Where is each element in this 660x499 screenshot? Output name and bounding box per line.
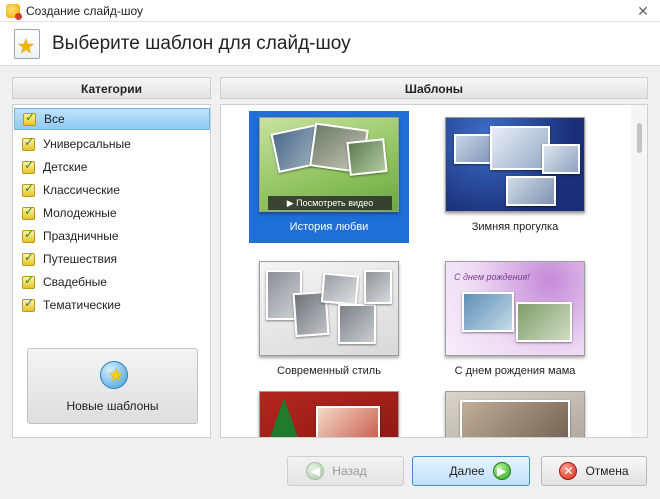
- category-item-wedding[interactable]: Свадебные: [14, 271, 210, 293]
- templates-scrollbar[interactable]: [631, 105, 647, 437]
- category-item-thematic[interactable]: Тематические: [14, 294, 210, 316]
- category-label: Свадебные: [43, 275, 107, 289]
- checkbox-icon: [22, 250, 35, 266]
- templates-grid: ▶ Посмотреть видео История любви Зимняя …: [220, 104, 648, 438]
- template-tile-winter-walk[interactable]: Зимняя прогулка: [435, 111, 595, 243]
- back-arrow-icon: ◀: [306, 462, 325, 480]
- window-titlebar: Создание слайд-шоу ✕: [0, 0, 660, 22]
- template-tile-christmas[interactable]: [249, 385, 409, 437]
- template-thumbnail: [445, 117, 585, 212]
- template-thumbnail: С днем рождения!: [445, 261, 585, 356]
- category-label: Классические: [43, 183, 120, 197]
- cancel-label: Отмена: [585, 464, 629, 478]
- category-label: Универсальные: [43, 137, 131, 151]
- category-item-all[interactable]: Все: [14, 108, 210, 130]
- photo-frame: [460, 400, 570, 437]
- photo-frame: [364, 270, 392, 304]
- new-templates-label: Новые шаблоны: [66, 399, 159, 413]
- category-item-holiday[interactable]: Праздничные: [14, 225, 210, 247]
- greeting-text: С днем рождения!: [454, 272, 530, 282]
- photo-frame: [462, 292, 514, 332]
- next-arrow-icon: ▶: [492, 462, 511, 480]
- checkbox-icon: [22, 158, 35, 174]
- template-tile-love-story[interactable]: ▶ Посмотреть видео История любви: [249, 111, 409, 243]
- template-tile-couple[interactable]: [435, 385, 595, 437]
- checkbox-icon: [22, 273, 35, 289]
- template-tile-birthday-mom[interactable]: С днем рождения! С днем рождения мама: [435, 255, 595, 387]
- back-button[interactable]: ◀ Назад: [287, 456, 404, 486]
- page-title: Выберите шаблон для слайд-шоу: [52, 32, 351, 54]
- photo-frame: [320, 272, 360, 306]
- category-label: Молодежные: [43, 206, 117, 220]
- close-icon[interactable]: ✕: [634, 2, 652, 20]
- template-thumbnail: ▶ Посмотреть видео: [259, 117, 399, 212]
- template-tile-modern-style[interactable]: Современный стиль: [249, 255, 409, 387]
- cancel-x-icon: ✕: [559, 462, 578, 480]
- scrollbar-thumb[interactable]: [637, 123, 642, 153]
- next-label: Далее: [449, 464, 485, 478]
- category-label: Тематические: [43, 298, 121, 312]
- template-caption: Современный стиль: [277, 365, 381, 377]
- window-title: Создание слайд-шоу: [26, 3, 143, 18]
- checkbox-icon: [22, 296, 35, 312]
- checkbox-icon: [22, 181, 35, 197]
- photo-frame: [316, 406, 380, 437]
- star-document-icon: ★: [14, 28, 40, 59]
- template-thumbnail: [445, 391, 585, 437]
- template-caption: История любви: [289, 221, 369, 233]
- category-item-classic[interactable]: Классические: [14, 179, 210, 201]
- globe-star-icon: ★: [100, 361, 128, 389]
- template-thumbnail: [259, 391, 399, 437]
- back-label: Назад: [332, 464, 367, 478]
- category-item-universal[interactable]: Универсальные: [14, 133, 210, 155]
- category-label: Все: [44, 112, 65, 126]
- photo-frame: [506, 176, 556, 206]
- photo-frame: [338, 304, 376, 344]
- preview-video-button[interactable]: ▶ Посмотреть видео: [268, 196, 392, 210]
- checkbox-icon: [23, 110, 36, 126]
- checkbox-icon: [22, 135, 35, 151]
- category-item-kids[interactable]: Детские: [14, 156, 210, 178]
- template-caption: С днем рождения мама: [454, 365, 576, 377]
- category-label: Детские: [43, 160, 88, 174]
- category-label: Путешествия: [43, 252, 118, 266]
- photo-frame: [490, 126, 550, 170]
- next-button[interactable]: Далее ▶: [412, 456, 530, 486]
- template-thumbnail: [259, 261, 399, 356]
- checkbox-icon: [22, 227, 35, 243]
- new-templates-button[interactable]: ★ Новые шаблоны: [27, 348, 198, 424]
- category-item-travel[interactable]: Путешествия: [14, 248, 210, 270]
- photo-frame: [516, 302, 572, 342]
- category-item-youth[interactable]: Молодежные: [14, 202, 210, 224]
- tree-icon: [270, 398, 298, 437]
- templates-header: Шаблоны: [220, 77, 648, 99]
- categories-header: Категории: [12, 77, 211, 99]
- dialog-header: ★ Выберите шаблон для слайд-шоу: [0, 22, 660, 66]
- photo-frame: [542, 144, 580, 174]
- template-caption: Зимняя прогулка: [471, 221, 559, 233]
- photo-frame: [346, 138, 388, 176]
- checkbox-icon: [22, 204, 35, 220]
- cancel-button[interactable]: ✕ Отмена: [541, 456, 647, 486]
- app-icon: [6, 3, 22, 20]
- category-label: Праздничные: [43, 229, 119, 243]
